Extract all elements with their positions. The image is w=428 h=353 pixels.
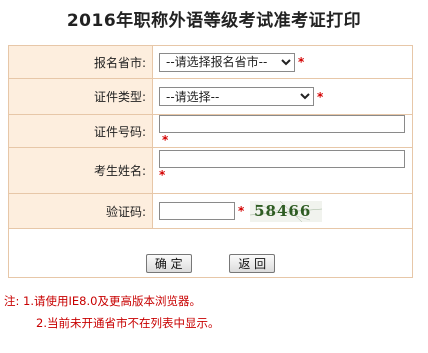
- required-mark: *: [159, 168, 166, 182]
- id-number-input[interactable]: [159, 115, 405, 133]
- captcha-text: 58466: [254, 201, 312, 220]
- captcha-input[interactable]: [159, 202, 235, 220]
- name-label: 考生姓名:: [8, 147, 153, 194]
- note-line-2: 2.当前未开通省市不在列表中显示。: [36, 316, 220, 330]
- required-mark: *: [238, 203, 245, 218]
- admission-ticket-form: 报名省市: --请选择报名省市-- * 证件类型: --请选择-- * 证件号码…: [8, 45, 413, 278]
- id-number-label: 证件号码:: [8, 114, 153, 148]
- back-button[interactable]: 返 回: [229, 254, 276, 273]
- id-type-label: 证件类型:: [8, 78, 153, 115]
- page-title: 2016年职称外语等级考试准考证打印: [66, 11, 362, 31]
- captcha-image[interactable]: 58466: [250, 200, 323, 222]
- note-line-1: 注: 1.请使用IE8.0及更高版本浏览器。: [4, 294, 201, 308]
- required-mark: *: [298, 55, 305, 69]
- required-mark: *: [317, 89, 324, 104]
- id-type-select[interactable]: --请选择--: [159, 87, 314, 106]
- province-label: 报名省市:: [8, 45, 153, 79]
- notes: 注: 1.请使用IE8.0及更高版本浏览器。 2.当前未开通省市不在列表中显示。: [4, 290, 219, 334]
- captcha-label: 验证码:: [8, 193, 153, 229]
- confirm-button[interactable]: 确 定: [145, 254, 192, 273]
- name-input[interactable]: [159, 150, 405, 168]
- required-mark: *: [162, 133, 169, 147]
- province-select[interactable]: --请选择报名省市--: [159, 52, 295, 72]
